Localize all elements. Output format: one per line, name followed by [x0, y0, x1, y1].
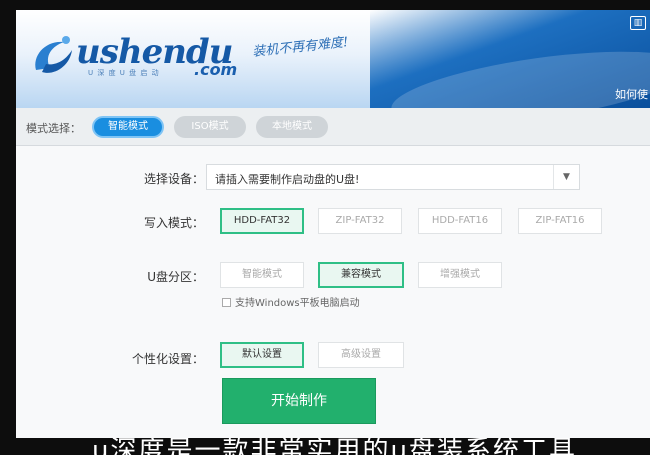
windows-tablet-label: 支持Windows平板电脑启动: [235, 298, 360, 309]
logo-subtext: U 深 度 U 盘 启 动: [88, 69, 160, 77]
logo-domain: .com: [194, 60, 238, 79]
windows-tablet-checkbox[interactable]: [222, 298, 231, 307]
advanced-settings-button[interactable]: 高级设置: [318, 342, 404, 368]
book-icon[interactable]: ▥: [630, 16, 646, 30]
tab-smart-mode[interactable]: 智能模式: [92, 116, 164, 138]
tab-local-mode[interactable]: 本地模式: [256, 116, 328, 138]
app-header: ushendu U 深 度 U 盘 启 动 .com 装机不再有难度! ▥ 如何…: [16, 10, 650, 108]
personalize-label: 个性化设置：: [131, 352, 204, 366]
write-mode-zip-fat16[interactable]: ZIP-FAT16: [518, 208, 602, 234]
default-settings-button[interactable]: 默认设置: [220, 342, 304, 368]
video-subtitle: u深度是一款非常实用的u盘装系统工具: [0, 438, 650, 455]
main-panel: 选择设备： 请插入需要制作启动盘的U盘! ▼ 写入模式： HDD-FAT32 Z…: [16, 146, 650, 438]
write-mode-label: 写入模式：: [143, 216, 204, 230]
start-button[interactable]: 开始制作: [222, 378, 376, 424]
partition-compatible[interactable]: 兼容模式: [318, 262, 404, 288]
partition-smart[interactable]: 智能模式: [220, 262, 304, 288]
write-mode-hdd-fat32[interactable]: HDD-FAT32: [220, 208, 304, 234]
header-banner-art: [370, 10, 650, 108]
partition-enhanced[interactable]: 增强模式: [418, 262, 502, 288]
write-mode-hdd-fat16[interactable]: HDD-FAT16: [418, 208, 502, 234]
slogan: 装机不再有难度!: [251, 35, 349, 60]
tab-iso-mode[interactable]: ISO模式: [174, 116, 246, 138]
device-label: 选择设备：: [143, 172, 204, 186]
help-link[interactable]: 如何使: [615, 86, 648, 102]
app-window: ushendu U 深 度 U 盘 启 动 .com 装机不再有难度! ▥ 如何…: [16, 10, 650, 438]
chevron-down-icon[interactable]: ▼: [553, 165, 579, 189]
subtitle-text: u深度是一款非常实用的u盘装系统工具: [92, 438, 577, 455]
mode-selection-bar: 模式选择： 智能模式 ISO模式 本地模式: [16, 108, 650, 146]
windows-tablet-option[interactable]: 支持Windows平板电脑启动: [222, 294, 360, 309]
device-value: 请插入需要制作启动盘的U盘!: [215, 173, 360, 186]
device-dropdown[interactable]: 请插入需要制作启动盘的U盘! ▼: [206, 164, 580, 190]
logo-swirl-icon: [35, 36, 72, 73]
mode-label: 模式选择：: [26, 122, 81, 135]
partition-label: U盘分区：: [147, 270, 204, 284]
write-mode-zip-fat32[interactable]: ZIP-FAT32: [318, 208, 402, 234]
